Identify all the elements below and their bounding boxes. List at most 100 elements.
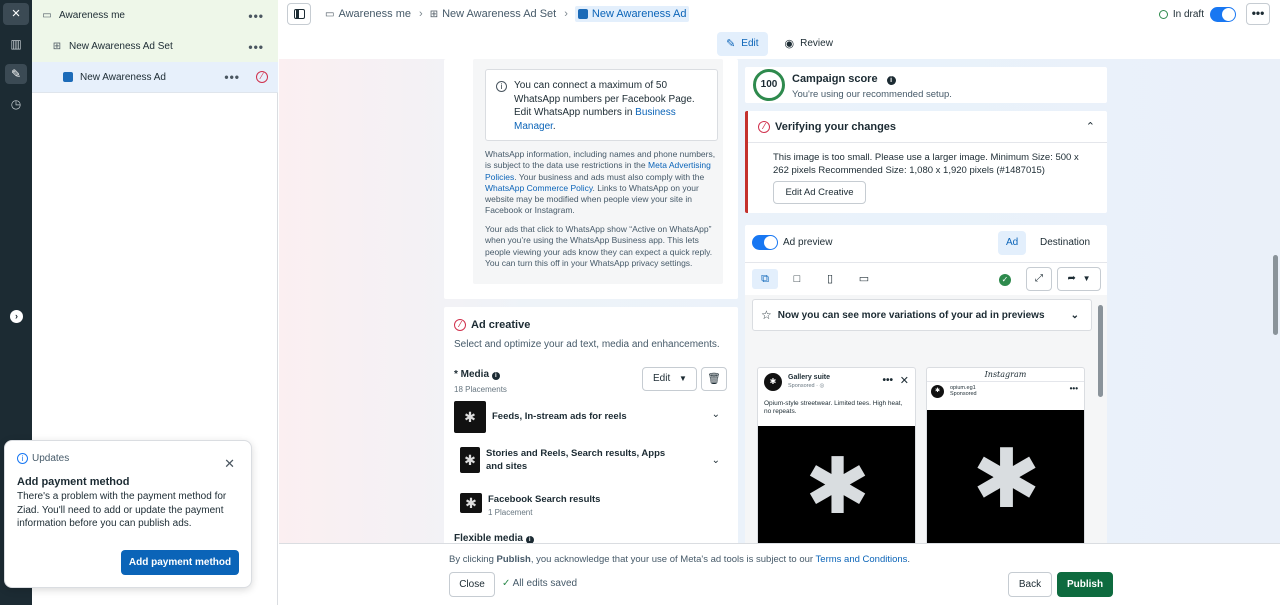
error-icon: ⁄ bbox=[256, 71, 268, 83]
legal-text: By clicking Publish, you acknowledge tha… bbox=[449, 554, 910, 565]
more-icon: ••• bbox=[1069, 384, 1078, 393]
all-devices-icon[interactable]: ⧉ bbox=[752, 269, 778, 289]
share-preview-button[interactable]: ➦ ▼ bbox=[1057, 267, 1101, 291]
expand-icon: ⤢ bbox=[1035, 273, 1043, 284]
breadcrumb-ad-label: New Awareness Ad bbox=[591, 8, 687, 20]
terms-link[interactable]: Terms and Conditions bbox=[816, 554, 908, 565]
horizontal-format-icon[interactable]: ▭ bbox=[851, 269, 877, 289]
chevron-up-icon[interactable]: ⌃ bbox=[1086, 120, 1095, 133]
toast-title: Add payment method bbox=[17, 476, 130, 488]
media-edit-button[interactable]: Edit ▼ bbox=[642, 367, 697, 391]
caret-down-icon: ▼ bbox=[1082, 274, 1091, 283]
grid-icon: ⊞ bbox=[429, 8, 439, 20]
toast-body: There's a problem with the payment metho… bbox=[17, 491, 227, 529]
campaign-score-card: 100 Campaign score i You're using our re… bbox=[745, 67, 1107, 103]
facebook-preview[interactable]: ✱ Gallery suite Sponsored · ◎ ••• ✕ Opiu… bbox=[757, 367, 916, 543]
square-format-icon[interactable]: □ bbox=[784, 269, 810, 289]
scrollbar-thumb[interactable] bbox=[1273, 255, 1278, 335]
tab-ad[interactable]: Ad bbox=[998, 231, 1027, 255]
tab-review[interactable]: ◉ Review bbox=[776, 32, 842, 56]
chevron-down-icon[interactable]: ⌄ bbox=[712, 455, 720, 466]
creative-thumbnail: ✱ bbox=[454, 401, 486, 433]
legal-mid: , you acknowledge that your use of Meta'… bbox=[530, 554, 816, 565]
draft-status-icon bbox=[1158, 9, 1168, 19]
chart-icon[interactable]: ▥ bbox=[5, 34, 27, 54]
tab-destination[interactable]: Destination bbox=[1032, 231, 1098, 255]
star-icon: ☆ bbox=[761, 308, 772, 322]
variations-banner[interactable]: ☆ Now you can see more variations of you… bbox=[752, 299, 1092, 331]
placement-search-label: Facebook Search results bbox=[488, 494, 601, 505]
placement-stories-label: Stories and Reels, Search results, Apps … bbox=[486, 448, 666, 472]
tab-edit-label: Edit bbox=[741, 38, 759, 49]
expand-icon[interactable]: › bbox=[10, 310, 23, 323]
variations-text: Now you can see more variations of your … bbox=[777, 309, 1045, 321]
campaign-more-icon[interactable]: ••• bbox=[248, 9, 264, 23]
instagram-preview[interactable]: Instagram ✱ opium.eg1 Sponsored ••• ✱ bbox=[926, 367, 1085, 543]
verify-error-text: This image is too small. Please use a la… bbox=[773, 152, 1079, 176]
breadcrumb-campaign-label: Awareness me bbox=[338, 8, 412, 20]
close-icon[interactable]: × bbox=[3, 3, 29, 25]
placement-search[interactable]: ✱ Facebook Search results 1 Placement bbox=[454, 493, 728, 519]
tree-item-adset[interactable]: ⊞ New Awareness Ad Set ••• bbox=[32, 31, 278, 62]
tree-item-ad[interactable]: New Awareness Ad ••• ⁄ bbox=[32, 62, 278, 93]
delete-media-button[interactable]: 🗑 bbox=[701, 367, 727, 391]
ig-media-image: ✱ bbox=[927, 410, 1084, 543]
placement-feeds-label: Feeds, In-stream ads for reels bbox=[492, 411, 627, 422]
back-button[interactable]: Back bbox=[1008, 572, 1052, 597]
workspace-scrollbar[interactable] bbox=[1273, 59, 1279, 543]
ad-square-icon bbox=[63, 72, 73, 82]
folder-icon: ▭ bbox=[42, 10, 52, 21]
placement-search-count: 1 Placement bbox=[488, 508, 533, 517]
close-icon: ✕ bbox=[899, 375, 909, 387]
pencil-icon[interactable]: ✎ bbox=[5, 64, 27, 84]
placement-stories[interactable]: ✱ Stories and Reels, Search results, App… bbox=[454, 447, 728, 473]
ad-on-off-toggle[interactable] bbox=[1210, 6, 1236, 22]
add-payment-method-button[interactable]: Add payment method bbox=[121, 550, 239, 575]
score-ring: 100 bbox=[753, 69, 785, 101]
vertical-format-icon[interactable]: ▯ bbox=[817, 269, 843, 289]
whatsapp-limit-note: i You can connect a maximum of 50 WhatsA… bbox=[485, 69, 718, 141]
breadcrumb-ad[interactable]: New Awareness Ad bbox=[574, 6, 690, 22]
placement-feeds[interactable]: ✱ Feeds, In-stream ads for reels ⌄ bbox=[454, 401, 728, 433]
publish-button[interactable]: Publish bbox=[1057, 572, 1113, 597]
breadcrumb-adset-label: New Awareness Ad Set bbox=[442, 8, 557, 20]
ad-label: New Awareness Ad bbox=[80, 71, 166, 83]
ad-creative-subtitle: Select and optimize your ad text, media … bbox=[454, 339, 720, 350]
breadcrumb-campaign[interactable]: ▭ Awareness me › bbox=[325, 8, 430, 20]
folder-icon: ▭ bbox=[325, 8, 335, 20]
preview-area: ☆ Now you can see more variations of you… bbox=[745, 295, 1107, 543]
close-button[interactable]: Close bbox=[449, 572, 495, 597]
tree-item-campaign[interactable]: ▭ Awareness me ••• bbox=[32, 0, 278, 31]
instagram-logo: Instagram bbox=[927, 368, 1084, 382]
chevron-right-icon: › bbox=[419, 8, 423, 20]
ad-preview-toggle[interactable] bbox=[752, 235, 778, 250]
toggle-panel-button[interactable] bbox=[287, 3, 311, 25]
chevron-down-icon[interactable]: ⌄ bbox=[712, 409, 720, 420]
status-badge: In draft bbox=[1158, 9, 1204, 20]
trash-icon: 🗑 bbox=[707, 373, 721, 385]
clock-icon[interactable]: ◷ bbox=[5, 94, 27, 114]
divider bbox=[748, 142, 1107, 143]
media-label-text: * Media bbox=[454, 369, 490, 380]
legal-pre: By clicking bbox=[449, 554, 497, 565]
whatsapp-commerce-policy-link[interactable]: WhatsApp Commerce Policy bbox=[485, 183, 593, 193]
toast-close-icon[interactable]: ✕ bbox=[224, 456, 235, 472]
expand-preview-button[interactable]: ⤢ bbox=[1026, 267, 1052, 291]
whatsapp-card: i You can connect a maximum of 50 WhatsA… bbox=[444, 59, 738, 299]
legal-bold: Publish bbox=[496, 554, 531, 565]
score-title: Campaign score bbox=[792, 73, 878, 85]
adset-more-icon[interactable]: ••• bbox=[248, 40, 264, 54]
ad-more-icon[interactable]: ••• bbox=[224, 70, 240, 84]
tab-edit[interactable]: ✎ Edit bbox=[717, 31, 768, 56]
preview-scrollbar[interactable] bbox=[1098, 305, 1103, 397]
policy-text-2: . Your business and ads must also comply… bbox=[514, 171, 705, 182]
info-icon[interactable]: i bbox=[886, 76, 896, 85]
edit-ad-creative-button[interactable]: Edit Ad Creative bbox=[773, 181, 866, 204]
breadcrumb-adset[interactable]: ⊞ New Awareness Ad Set › bbox=[430, 8, 575, 20]
more-options-button[interactable]: ••• bbox=[1246, 3, 1270, 25]
avatar: ✱ bbox=[764, 373, 782, 391]
eye-icon: ◉ bbox=[784, 38, 795, 50]
check-icon: ✓ bbox=[999, 274, 1011, 286]
fb-page-name: Gallery suite bbox=[788, 374, 831, 381]
share-icon: ➦ bbox=[1067, 273, 1076, 284]
